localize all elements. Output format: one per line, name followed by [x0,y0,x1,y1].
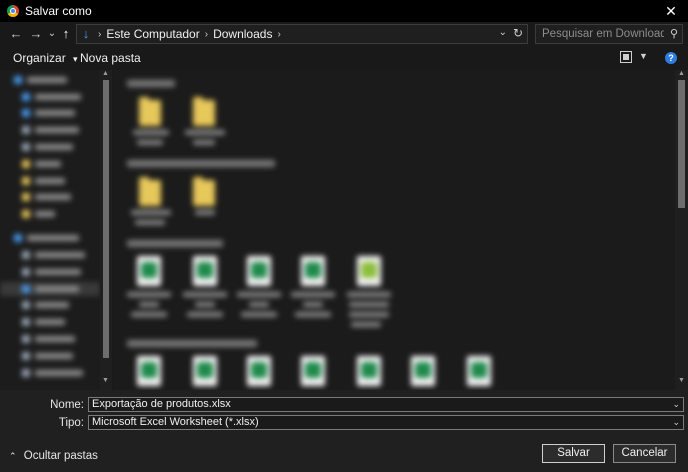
filetype-label: Tipo: [58,417,84,429]
navigation-pane[interactable]: ▲ ▼ [0,70,112,390]
organize-caret-icon: ▾ [73,54,78,64]
new-folder-button[interactable]: Nova pasta [80,51,141,65]
help-icon[interactable]: ? [665,52,677,64]
breadcrumb-downloads[interactable]: Downloads [213,27,272,41]
file-list-scrollbar[interactable]: ▲ ▼ [675,70,688,390]
filename-label: Nome: [50,399,84,411]
file-list[interactable] [113,70,675,390]
address-row: ← → ⌄ ↑ ↓ › Este Computador › Downloads … [0,22,688,48]
breadcrumb-this-pc[interactable]: Este Computador [106,27,199,41]
search-icon[interactable]: ⚲ [670,27,678,40]
refresh-icon[interactable]: ↻ [513,26,523,40]
forward-arrow-icon[interactable]: → [28,26,44,42]
scroll-down-icon[interactable]: ▼ [102,377,109,384]
scroll-up-icon[interactable]: ▲ [678,70,685,77]
hide-folders-label: Ocultar pastas [23,450,98,462]
save-form: Nome: Exportação de produtos.xlsx ⌄ Tipo… [0,390,688,472]
view-options-icon[interactable] [620,51,632,63]
window-title: Salvar como [25,4,92,18]
navigation-scrollbar[interactable]: ▲ ▼ [100,70,112,390]
cancel-button[interactable]: Cancelar [613,444,676,463]
address-dropdown-icon[interactable]: ⌄ [499,27,507,38]
command-bar: Organizar ▾ Nova pasta ▼ ? [0,48,688,68]
filetype-select[interactable]: Microsoft Excel Worksheet (*.xlsx) ⌄ [88,415,684,430]
breadcrumb-separator: › [204,28,209,40]
view-dropdown-icon[interactable]: ▼ [639,51,648,61]
downloads-arrow-icon: ↓ [82,26,90,41]
save-button[interactable]: Salvar [542,444,605,463]
search-box[interactable]: ⚲ [535,24,683,44]
filename-dropdown-icon[interactable]: ⌄ [672,398,680,411]
organize-button[interactable]: Organizar ▾ [13,51,78,65]
address-bar[interactable]: ↓ › Este Computador › Downloads › ⌄ ↻ [76,24,528,44]
up-arrow-icon[interactable]: ↑ [58,26,74,42]
search-input[interactable] [536,25,664,43]
scrollbar-thumb[interactable] [678,80,685,208]
scroll-down-icon[interactable]: ▼ [678,377,685,384]
scrollbar-thumb[interactable] [103,80,109,358]
scroll-up-icon[interactable]: ▲ [102,70,109,77]
back-arrow-icon[interactable]: ← [8,26,24,42]
file-items [113,70,523,390]
filetype-dropdown-icon[interactable]: ⌄ [672,416,680,429]
hide-folders-button[interactable]: ⌃ Ocultar pastas [9,450,98,462]
navigation-tree [0,70,100,380]
filetype-value: Microsoft Excel Worksheet (*.xlsx) [92,416,259,428]
breadcrumb-separator: › [98,28,102,40]
organize-label: Organizar [13,51,66,65]
close-icon[interactable]: ✕ [654,0,688,22]
breadcrumb-separator[interactable]: › [277,29,280,40]
chrome-icon [7,5,19,17]
filename-value: Exportação de produtos.xlsx [92,398,231,410]
title-bar: Salvar como ✕ [0,0,688,22]
filename-field[interactable]: Exportação de produtos.xlsx ⌄ [88,397,684,412]
chevron-up-icon: ⌃ [9,451,17,461]
